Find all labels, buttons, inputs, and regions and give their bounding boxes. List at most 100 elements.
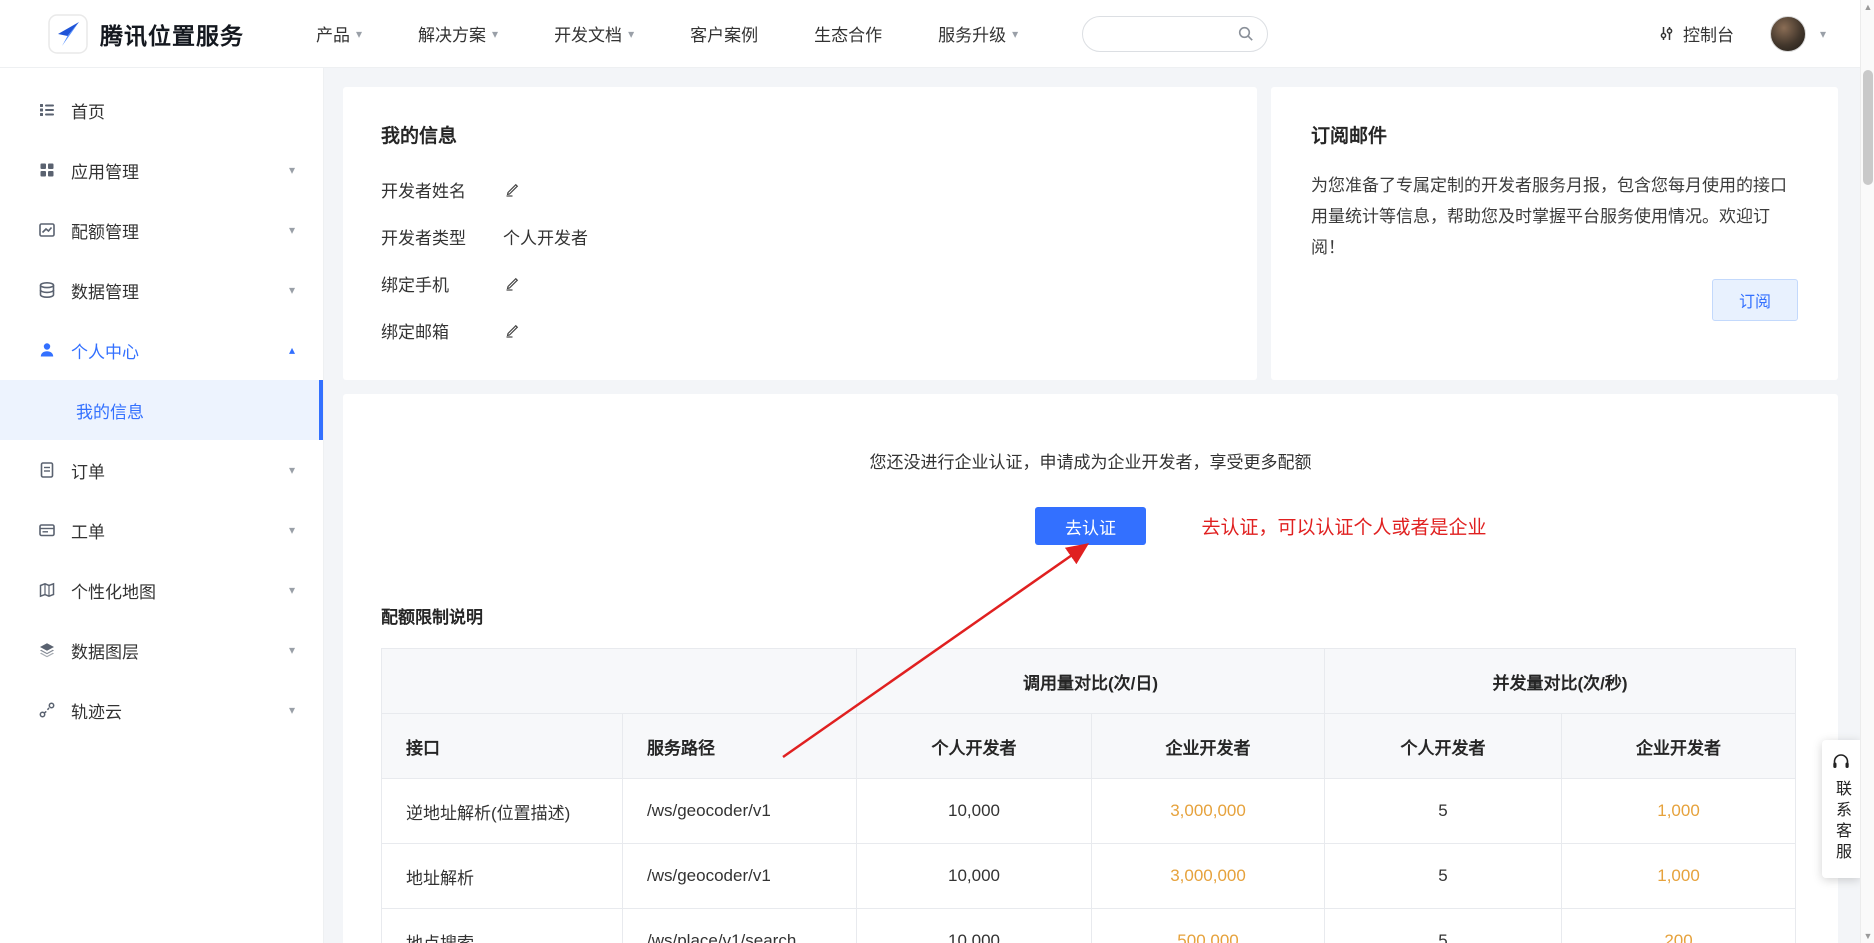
red-annotation-text: 去认证，可以认证个人或者是企业 bbox=[1202, 513, 1487, 540]
search-icon[interactable] bbox=[1237, 25, 1255, 43]
nav-label: 客户案例 bbox=[690, 21, 758, 46]
nav-item-upgrade[interactable]: 服务升级 ▾ bbox=[938, 21, 1018, 46]
chevron-down-icon: ▾ bbox=[1012, 28, 1018, 40]
sidebar-item-apps[interactable]: 应用管理 ▾ bbox=[0, 140, 323, 200]
sidebar-item-data[interactable]: 数据管理 ▾ bbox=[0, 260, 323, 320]
track-route-icon bbox=[38, 701, 56, 719]
col-header-enterprise-qps: 企业开发者 bbox=[1562, 714, 1796, 779]
field-developer-name: 开发者姓名 bbox=[381, 174, 1219, 204]
cell-personal-qps: 5 bbox=[1325, 779, 1562, 844]
cell-enterprise-daily: 3,000,000 bbox=[1092, 779, 1325, 844]
cell-personal-qps: 5 bbox=[1325, 909, 1562, 943]
main-nav: 产品 ▾ 解决方案 ▾ 开发文档 ▾ 客户案例 生态合作 服务升级 ▾ bbox=[316, 21, 1018, 46]
ticket-icon bbox=[38, 521, 56, 539]
chevron-down-icon: ▾ bbox=[289, 523, 295, 537]
sidebar-item-personal[interactable]: 个人中心 ▴ bbox=[0, 320, 323, 380]
field-value: 个人开发者 bbox=[503, 224, 588, 249]
scrollbar-thumb[interactable] bbox=[1863, 70, 1873, 185]
sidebar-label: 首页 bbox=[71, 98, 105, 123]
table-row: 地址解析 /ws/geocoder/v1 10,000 3,000,000 5 … bbox=[382, 844, 1796, 909]
console-label: 控制台 bbox=[1683, 21, 1734, 46]
sidebar-item-layers[interactable]: 数据图层 ▾ bbox=[0, 620, 323, 680]
layers-icon bbox=[38, 641, 56, 659]
console-icon bbox=[1658, 25, 1675, 42]
subscribe-description: 为您准备了专属定制的开发者服务月报，包含您每月使用的接口用量统计等信息，帮助您及… bbox=[1311, 170, 1798, 263]
sidebar-item-custom-map[interactable]: 个性化地图 ▾ bbox=[0, 560, 323, 620]
cell-enterprise-daily: 500,000 bbox=[1092, 909, 1325, 943]
nav-label: 服务升级 bbox=[938, 21, 1006, 46]
col-header-api: 接口 bbox=[382, 714, 623, 779]
nav-item-docs[interactable]: 开发文档 ▾ bbox=[554, 21, 634, 46]
edit-name-button[interactable] bbox=[503, 180, 522, 199]
field-label: 开发者姓名 bbox=[381, 177, 503, 202]
contact-support-tab[interactable]: 联系客服 bbox=[1822, 740, 1860, 878]
avatar[interactable] bbox=[1770, 16, 1806, 52]
scrollbar-down-arrow[interactable]: ▼ bbox=[1861, 929, 1874, 943]
cell-enterprise-qps: 1,000 bbox=[1562, 779, 1796, 844]
chevron-down-icon[interactable]: ▾ bbox=[1820, 28, 1826, 40]
field-developer-type: 开发者类型 个人开发者 bbox=[381, 221, 1219, 251]
sidebar-item-home[interactable]: 首页 bbox=[0, 80, 323, 140]
sidebar-label: 个性化地图 bbox=[71, 578, 156, 603]
table-group-header-row: 调用量对比(次/日) 并发量对比(次/秒) bbox=[382, 649, 1796, 714]
nav-label: 产品 bbox=[316, 21, 350, 46]
sidebar-item-track-cloud[interactable]: 轨迹云 ▾ bbox=[0, 680, 323, 740]
field-bound-phone: 绑定手机 bbox=[381, 268, 1219, 298]
headset-icon bbox=[1831, 752, 1851, 772]
sidebar-item-quota[interactable]: 配额管理 ▾ bbox=[0, 200, 323, 260]
table-row: 逆地址解析(位置描述) /ws/geocoder/v1 10,000 3,000… bbox=[382, 779, 1796, 844]
chevron-down-icon: ▾ bbox=[628, 28, 634, 40]
sidebar: 首页 应用管理 ▾ 配额管理 ▾ 数据管理 ▾ 个人中心 ▴ bbox=[0, 68, 324, 943]
sidebar-label: 轨迹云 bbox=[71, 698, 122, 723]
home-list-icon bbox=[38, 101, 56, 119]
scrollbar-track[interactable]: ▲ ▼ bbox=[1860, 0, 1874, 943]
cell-enterprise-daily: 3,000,000 bbox=[1092, 844, 1325, 909]
edit-email-button[interactable] bbox=[503, 321, 522, 340]
subscribe-title: 订阅邮件 bbox=[1311, 121, 1798, 148]
order-document-icon bbox=[38, 461, 56, 479]
cell-personal-qps: 5 bbox=[1325, 844, 1562, 909]
chevron-down-icon: ▾ bbox=[289, 583, 295, 597]
cell-enterprise-qps: 1,000 bbox=[1562, 844, 1796, 909]
sidebar-label: 数据图层 bbox=[71, 638, 139, 663]
navbar-right: 控制台 ▾ bbox=[1658, 16, 1826, 52]
cell-api: 地点搜索 bbox=[382, 909, 623, 943]
search-input[interactable] bbox=[1099, 25, 1237, 42]
brand-name: 腾讯位置服务 bbox=[100, 17, 244, 51]
col-header-path: 服务路径 bbox=[623, 714, 857, 779]
console-link[interactable]: 控制台 bbox=[1658, 21, 1734, 46]
main-content: 我的信息 开发者姓名 开发者类型 个人开发者 绑定手机 bbox=[324, 68, 1874, 943]
nav-item-solutions[interactable]: 解决方案 ▾ bbox=[418, 21, 498, 46]
scrollbar-up-arrow[interactable]: ▲ bbox=[1861, 0, 1874, 14]
subscribe-button[interactable]: 订阅 bbox=[1712, 279, 1798, 321]
sidebar-item-tickets[interactable]: 工单 ▾ bbox=[0, 500, 323, 560]
nav-item-products[interactable]: 产品 ▾ bbox=[316, 21, 362, 46]
cell-path: /ws/place/v1/search bbox=[623, 909, 857, 943]
quota-section-title: 配额限制说明 bbox=[381, 603, 1800, 628]
col-header-enterprise-daily: 企业开发者 bbox=[1092, 714, 1325, 779]
table-header-row: 接口 服务路径 个人开发者 企业开发者 个人开发者 企业开发者 bbox=[382, 714, 1796, 779]
sidebar-subitem-my-info[interactable]: 我的信息 bbox=[0, 380, 323, 440]
cell-personal-daily: 10,000 bbox=[857, 909, 1092, 943]
brand-logo[interactable]: 腾讯位置服务 bbox=[48, 14, 244, 54]
top-navbar: 腾讯位置服务 产品 ▾ 解决方案 ▾ 开发文档 ▾ 客户案例 生态合作 服务升级… bbox=[0, 0, 1874, 68]
sidebar-label: 工单 bbox=[71, 518, 105, 543]
field-label: 绑定邮箱 bbox=[381, 318, 503, 343]
cell-personal-daily: 10,000 bbox=[857, 844, 1092, 909]
database-icon bbox=[38, 281, 56, 299]
group-header-daily: 调用量对比(次/日) bbox=[857, 649, 1325, 714]
nav-item-cases[interactable]: 客户案例 bbox=[690, 21, 758, 46]
edit-phone-button[interactable] bbox=[503, 274, 522, 293]
chevron-down-icon: ▾ bbox=[492, 28, 498, 40]
nav-item-ecosystem[interactable]: 生态合作 bbox=[814, 21, 882, 46]
my-info-title: 我的信息 bbox=[381, 121, 1219, 148]
cell-personal-daily: 10,000 bbox=[857, 779, 1092, 844]
go-certify-button[interactable]: 去认证 bbox=[1035, 507, 1146, 545]
chevron-up-icon: ▴ bbox=[289, 343, 295, 357]
user-icon bbox=[38, 341, 56, 359]
nav-label: 解决方案 bbox=[418, 21, 486, 46]
chevron-down-icon: ▾ bbox=[289, 643, 295, 657]
pencil-icon bbox=[505, 323, 520, 338]
sidebar-item-orders[interactable]: 订单 ▾ bbox=[0, 440, 323, 500]
support-label: 联系客服 bbox=[1829, 780, 1853, 864]
